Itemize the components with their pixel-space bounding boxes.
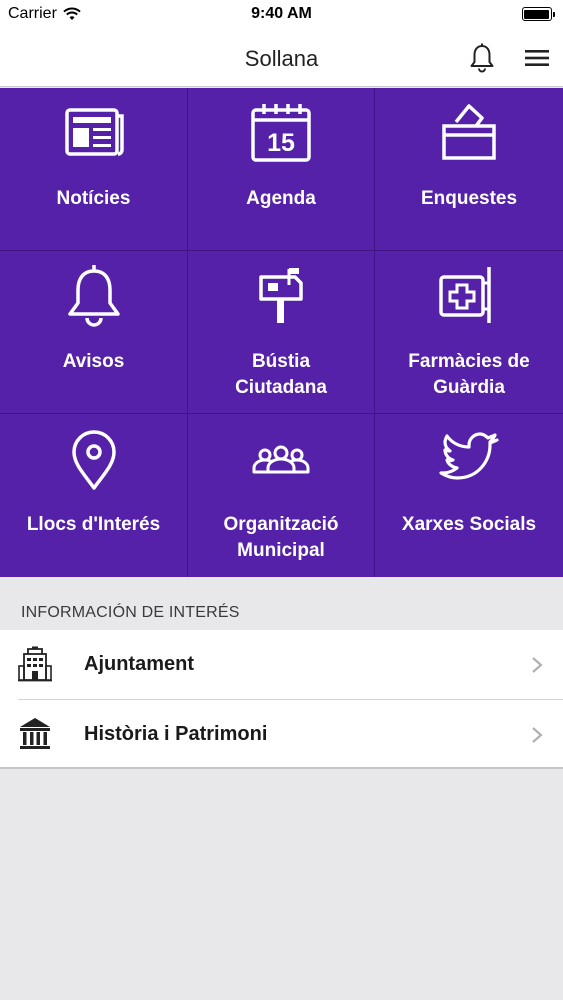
list-item-historia-i-patrimoni[interactable]: Història i Patrimoni (0, 700, 563, 769)
tile-label: Agenda (246, 188, 316, 209)
tile-label: Farmàcies de Guàrdia (408, 351, 530, 398)
info-list: Ajuntament Història i Patrimoni (0, 630, 563, 769)
section-header-label: INFORMACIÓN DE INTERÉS (21, 604, 240, 621)
battery-icon (521, 7, 555, 21)
people-group-icon (249, 426, 313, 490)
list-item-ajuntament[interactable]: Ajuntament (0, 630, 563, 700)
list-item-label: Ajuntament (84, 653, 194, 675)
section-header: INFORMACIÓN DE INTERÉS (0, 577, 563, 630)
bell-icon (62, 263, 126, 327)
tile-noticies[interactable]: Notícies (0, 88, 188, 251)
museum-columns-icon (18, 716, 52, 752)
tile-llocs-dinteres[interactable]: Llocs d'Interés (0, 414, 188, 577)
calendar-day-number: 15 (267, 129, 295, 157)
status-bar: Carrier 9:40 AM (0, 0, 563, 30)
pharmacy-icon (437, 263, 501, 327)
map-pin-icon (62, 426, 126, 490)
tile-label: Bústia Ciutadana (235, 351, 327, 398)
tile-label: Enquestes (420, 188, 518, 209)
tile-enquestes[interactable]: Enquestes (375, 88, 563, 251)
tile-label: Organització Municipal (223, 514, 339, 561)
tile-avisos[interactable]: Avisos (0, 251, 188, 414)
list-item-label: Història i Patrimoni (84, 723, 268, 745)
calendar-icon: 15 (249, 100, 313, 164)
tile-label: Xarxes Socials (401, 514, 537, 535)
chevron-right-icon (530, 656, 544, 674)
tile-organitzacio-municipal[interactable]: Organització Municipal (188, 414, 375, 577)
tile-bustia-ciutadana[interactable]: Bústia Ciutadana (188, 251, 375, 414)
town-hall-building-icon (18, 646, 52, 682)
tile-agenda[interactable]: 15 Agenda (188, 88, 375, 251)
tile-xarxes-socials[interactable]: Xarxes Socials (375, 414, 563, 577)
main-menu-grid: Notícies 15 Agenda Enquestes Avisos Búst… (0, 88, 563, 577)
chevron-right-icon (530, 726, 544, 744)
tile-label: Llocs d'Interés (26, 514, 161, 535)
tile-farmacies-de-guardia[interactable]: Farmàcies de Guàrdia (375, 251, 563, 414)
twitter-icon (437, 426, 501, 490)
tile-label: Notícies (56, 188, 131, 209)
mailbox-icon (249, 263, 313, 327)
navigation-bar: Sollana (0, 30, 563, 87)
newspaper-icon (62, 100, 126, 164)
tile-label: Avisos (62, 351, 125, 372)
ballot-box-icon (437, 100, 501, 164)
hamburger-menu-icon[interactable] (522, 44, 552, 72)
status-time: 9:40 AM (251, 5, 312, 22)
notifications-bell-icon[interactable] (466, 42, 498, 74)
